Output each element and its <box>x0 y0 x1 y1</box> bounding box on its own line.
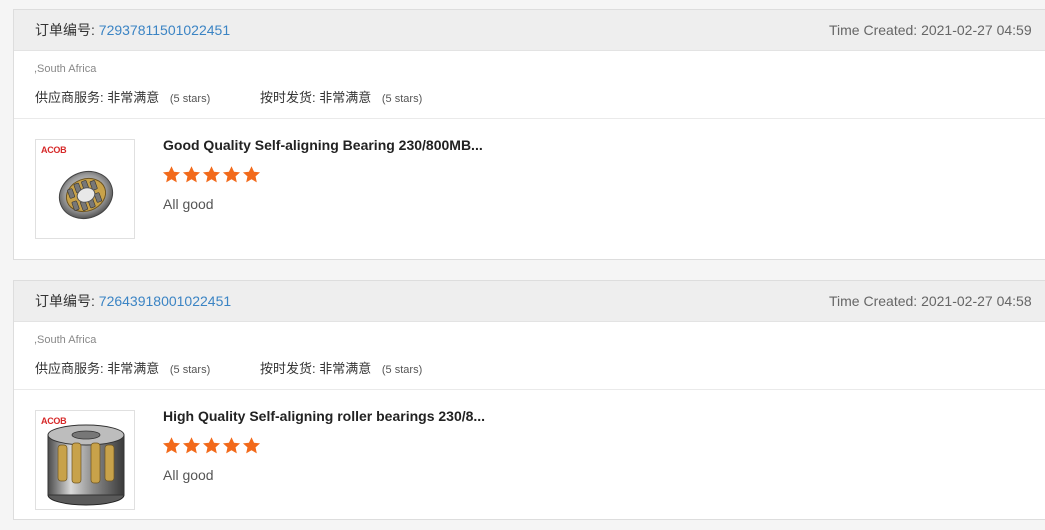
supplier-service-label: 供应商服务: <box>35 361 104 376</box>
supplier-service-value: 非常满意 <box>107 90 160 105</box>
star-icon <box>182 166 201 183</box>
on-time-delivery-label: 按时发货: <box>260 90 316 105</box>
buyer-country: ,South Africa <box>34 334 97 346</box>
product-title-link[interactable]: High Quality Self-aligning roller bearin… <box>163 408 485 424</box>
star-icon <box>222 166 241 183</box>
on-time-delivery-rating: 按时发货: 非常满意 (5 stars) <box>260 358 422 377</box>
product-row: ACOB <box>14 390 1045 530</box>
buyer-country: ,South Africa <box>34 63 97 75</box>
on-time-delivery-stars-note: (5 stars) <box>381 364 423 376</box>
on-time-delivery-stars-note: (5 stars) <box>381 93 423 105</box>
supplier-service-rating: 供应商服务: 非常满意 (5 stars) <box>35 87 210 106</box>
time-created: Time Created: 2021-02-27 04:58 <box>829 281 1032 322</box>
time-created-value: 2021-02-27 04:58 <box>921 293 1032 309</box>
brand-logo: ACOB <box>41 416 67 426</box>
order-number: 订单编号: 72937811501022451 <box>35 10 230 51</box>
order-number-link[interactable]: 72643918001022451 <box>99 293 231 309</box>
supplier-service-stars-note: (5 stars) <box>169 364 211 376</box>
on-time-delivery-value: 非常满意 <box>319 90 372 105</box>
supplier-service-rating: 供应商服务: 非常满意 (5 stars) <box>35 358 210 377</box>
product-title-link[interactable]: Good Quality Self-aligning Bearing 230/8… <box>163 137 483 153</box>
on-time-delivery-label: 按时发货: <box>260 361 316 376</box>
time-created-label: Time Created: <box>829 22 918 38</box>
order-card: 订单编号: 72643918001022451 Time Created: 20… <box>13 280 1045 520</box>
product-image[interactable]: ACOB <box>35 139 135 239</box>
product-row: ACOB <box>14 119 1045 259</box>
star-icon <box>162 437 181 454</box>
brand-logo: ACOB <box>41 145 67 155</box>
order-number-link[interactable]: 72937811501022451 <box>99 22 230 38</box>
star-icon <box>202 437 221 454</box>
order-number-label: 订单编号: <box>35 293 95 309</box>
order-header: 订单编号: 72937811501022451 Time Created: 20… <box>14 10 1045 51</box>
supplier-service-label: 供应商服务: <box>35 90 104 105</box>
star-icon <box>182 437 201 454</box>
star-icon <box>242 437 261 454</box>
order-number: 订单编号: 72643918001022451 <box>35 281 231 322</box>
on-time-delivery-value: 非常满意 <box>319 361 372 376</box>
supplier-service-value: 非常满意 <box>107 361 160 376</box>
order-header: 订单编号: 72643918001022451 Time Created: 20… <box>14 281 1045 322</box>
product-star-rating <box>162 436 262 458</box>
on-time-delivery-rating: 按时发货: 非常满意 (5 stars) <box>260 87 422 106</box>
product-image[interactable]: ACOB <box>35 410 135 510</box>
review-text: All good <box>163 467 214 483</box>
star-icon <box>222 437 241 454</box>
buyer-info: ,South Africa 供应商服务: 非常满意 (5 stars) 按时发货… <box>14 51 1045 119</box>
order-number-label: 订单编号: <box>35 22 95 38</box>
time-created-value: 2021-02-27 04:59 <box>921 22 1032 38</box>
supplier-service-stars-note: (5 stars) <box>169 93 211 105</box>
star-icon <box>242 166 261 183</box>
buyer-info: ,South Africa 供应商服务: 非常满意 (5 stars) 按时发货… <box>14 322 1045 390</box>
star-icon <box>202 166 221 183</box>
star-icon <box>162 166 181 183</box>
time-created: Time Created: 2021-02-27 04:59 <box>829 10 1032 51</box>
time-created-label: Time Created: <box>829 293 918 309</box>
review-text: All good <box>163 196 214 212</box>
product-star-rating <box>162 165 262 187</box>
order-card: 订单编号: 72937811501022451 Time Created: 20… <box>13 9 1045 260</box>
